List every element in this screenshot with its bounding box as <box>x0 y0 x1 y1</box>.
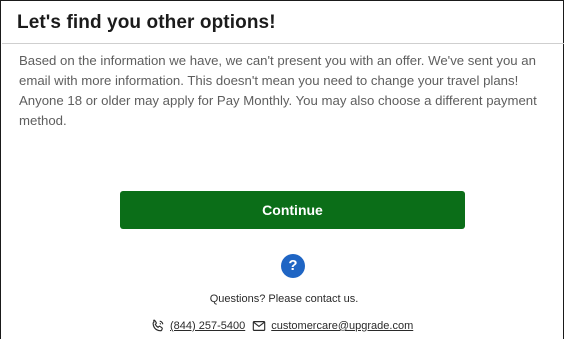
title-divider <box>2 43 564 44</box>
email-link[interactable]: customercare@upgrade.com <box>271 320 413 332</box>
questions-text: Questions? Please contact us. <box>209 293 359 305</box>
contact-row: (844) 257-5400 customercare@upgrade.com <box>151 318 413 334</box>
phone-icon <box>152 319 164 332</box>
phone-link[interactable]: (844) 257-5400 <box>170 320 245 332</box>
dialog-message: Based on the information we have, we can… <box>19 53 537 128</box>
options-dialog: Let's find you other options! Based on t… <box>0 0 564 339</box>
continue-button[interactable]: Continue <box>120 191 465 229</box>
question-circle-icon[interactable]: ? <box>281 254 305 278</box>
dialog-title: Let's find you other options! <box>17 12 276 33</box>
mail-icon <box>252 321 266 331</box>
